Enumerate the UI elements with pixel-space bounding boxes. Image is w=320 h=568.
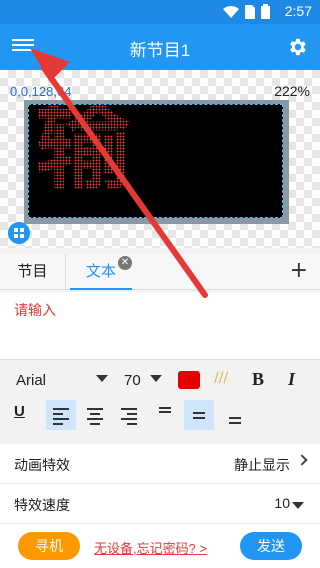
font-toolbar: Arial 70 /// B I <box>0 366 320 396</box>
bold-button[interactable]: B <box>252 369 264 390</box>
animation-effect-label: 动画特效 <box>14 457 70 473</box>
chevron-down-icon[interactable] <box>96 375 108 382</box>
status-icons <box>223 4 270 19</box>
effect-speed-label: 特效速度 <box>14 497 70 513</box>
status-bar: 2:57 <box>0 0 320 24</box>
effect-speed-value: 10 <box>274 495 290 511</box>
font-size-select[interactable]: 70 <box>124 372 141 389</box>
app-bar: 新节目1 <box>0 24 320 70</box>
settings-list: 动画特效 静止显示 特效速度 10 <box>0 444 320 524</box>
animation-effect-value: 静止显示 <box>234 457 290 473</box>
effect-speed-row[interactable]: 特效速度 10 <box>0 484 320 524</box>
align-top-button[interactable] <box>150 400 180 430</box>
status-time: 2:57 <box>284 3 312 19</box>
chevron-down-icon[interactable] <box>150 375 162 382</box>
italic-button[interactable]: I <box>288 369 295 390</box>
chevron-right-icon <box>296 454 308 466</box>
page-title: 新节目1 <box>129 41 191 60</box>
battery-icon <box>261 4 270 19</box>
forgot-password-link[interactable]: 无设备,忘记密码? > <box>94 538 207 557</box>
gear-icon[interactable] <box>286 36 308 58</box>
color-swatch[interactable] <box>178 371 200 389</box>
font-family-select[interactable]: Arial <box>16 372 46 389</box>
align-left-button[interactable] <box>46 400 76 430</box>
preview-canvas[interactable]: 0,0,128,64 222% 输 <box>0 70 320 248</box>
text-input[interactable]: 请输入 <box>0 292 320 360</box>
led-text: 输 <box>35 105 131 195</box>
align-toolbar: U <box>0 400 320 432</box>
tab-program[interactable]: 节目 <box>0 254 66 290</box>
sim-icon <box>245 4 255 19</box>
animation-effect-row[interactable]: 动画特效 静止显示 <box>0 444 320 484</box>
search-device-button[interactable]: 寻机 <box>18 532 80 560</box>
align-middle-button[interactable] <box>184 400 214 430</box>
led-screen-frame: 输 <box>24 100 289 224</box>
chevron-down-icon <box>292 502 304 509</box>
led-screen[interactable]: 输 <box>28 104 283 218</box>
zoom-text: 222% <box>274 83 310 99</box>
close-icon[interactable]: ✕ <box>118 256 132 270</box>
coordinates-text: 0,0,128,64 <box>10 84 72 99</box>
gradient-icon[interactable]: /// <box>214 370 228 386</box>
bottom-bar: 寻机 无设备,忘记密码? > 发送 <box>0 524 320 568</box>
align-bottom-button[interactable] <box>220 400 250 430</box>
align-right-button[interactable] <box>114 400 144 430</box>
align-center-button[interactable] <box>80 400 110 430</box>
add-tab-button[interactable]: + <box>290 258 308 283</box>
tab-bar: 节目 文本 ✕ + <box>0 254 320 290</box>
wifi-icon <box>223 5 239 18</box>
underline-button[interactable]: U <box>14 403 25 420</box>
send-button[interactable]: 发送 <box>240 532 302 560</box>
grid-icon[interactable] <box>8 222 30 244</box>
